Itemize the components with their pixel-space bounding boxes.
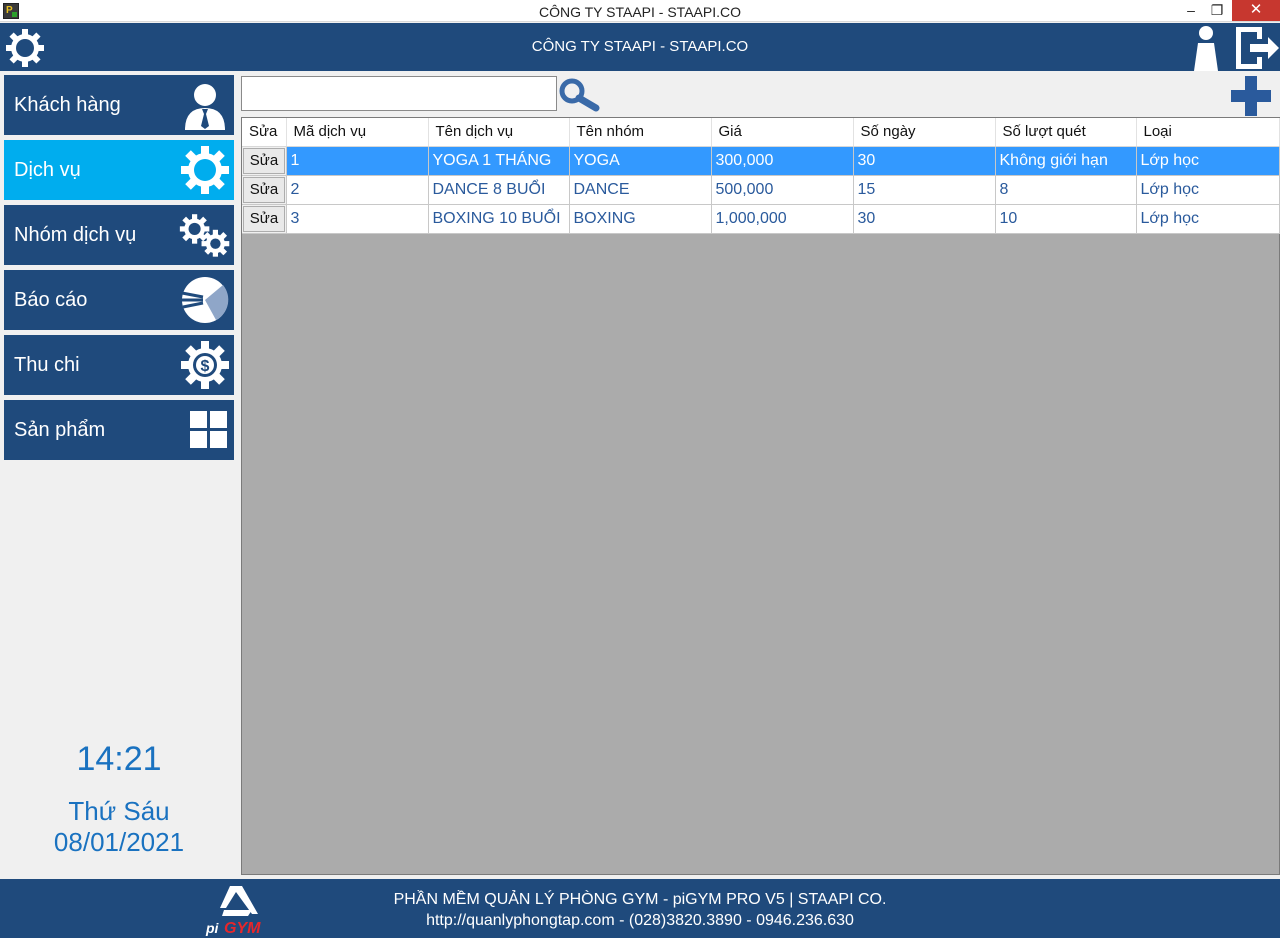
cell-nhom[interactable]: BOXING — [569, 204, 712, 234]
gears-icon — [179, 214, 230, 257]
sidebar-item-label: Thu chi — [14, 354, 80, 376]
sidebar-item-label: Sản phẩm — [14, 419, 106, 441]
edit-cell: Sửa — [242, 204, 287, 234]
cell-gia[interactable]: 500,000 — [711, 175, 854, 205]
column-header[interactable]: Số ngày — [853, 118, 996, 147]
table-header-row: Sửa Mã dịch vụ Tên dịch vụ Tên nhóm Giá … — [242, 118, 1280, 147]
customer-icon — [185, 84, 225, 130]
user-icon[interactable] — [1188, 25, 1224, 71]
cell-loai[interactable]: Lớp học — [1136, 146, 1280, 176]
grid-icon — [190, 411, 227, 448]
sidebar-item-thu-chi[interactable]: Thu chi $ — [4, 335, 234, 395]
money-gear-icon: $ — [181, 341, 229, 389]
cell-nhom[interactable]: YOGA — [569, 146, 712, 176]
cell-ma[interactable]: 3 — [286, 204, 429, 234]
logout-icon[interactable] — [1232, 25, 1280, 71]
header-title: CÔNG TY STAAPI - STAAPI.CO — [531, 38, 749, 55]
cell-gia[interactable]: 1,000,000 — [711, 204, 854, 234]
gear-icon — [181, 146, 229, 194]
search-input[interactable] — [241, 76, 557, 111]
services-table: Sửa Mã dịch vụ Tên dịch vụ Tên nhóm Giá … — [242, 118, 1280, 234]
sidebar-item-khach-hang[interactable]: Khách hàng — [4, 75, 234, 135]
edit-cell: Sửa — [242, 175, 287, 205]
cell-ten[interactable]: YOGA 1 THÁNG — [428, 146, 570, 176]
restore-button[interactable]: ❐ — [1204, 0, 1230, 21]
cell-ma[interactable]: 2 — [286, 175, 429, 205]
search-icon[interactable] — [558, 78, 600, 112]
close-button[interactable]: ✕ — [1232, 0, 1280, 21]
column-header[interactable]: Mã dịch vụ — [286, 118, 429, 147]
clock-time: 14:21 — [76, 740, 162, 778]
footer-contact-line: http://quanlyphongtap.com - (028)3820.38… — [426, 912, 854, 929]
sidebar-item-dich-vu[interactable]: Dịch vụ — [4, 140, 234, 200]
cell-gia[interactable]: 300,000 — [711, 146, 854, 176]
table-row[interactable]: Sửa 2 DANCE 8 BUỔI DANCE 500,000 15 8 Lớ… — [242, 175, 1280, 205]
cell-ma[interactable]: 1 — [286, 146, 429, 176]
sidebar-item-label: Báo cáo — [14, 289, 88, 311]
clock-day: Thứ Sáu — [68, 796, 170, 826]
cell-so-ngay[interactable]: 15 — [853, 175, 996, 205]
column-header[interactable]: Giá — [711, 118, 854, 147]
sidebar-item-label: Dịch vụ — [14, 159, 81, 181]
table-row[interactable]: Sửa 1 YOGA 1 THÁNG YOGA 300,000 30 Không… — [242, 146, 1280, 176]
edit-button[interactable]: Sửa — [243, 205, 285, 232]
table-row[interactable]: Sửa 3 BOXING 10 BUỔI BOXING 1,000,000 30… — [242, 204, 1280, 234]
edit-button[interactable]: Sửa — [243, 176, 285, 203]
app-header: CÔNG TY STAAPI - STAAPI.CO — [0, 23, 1280, 71]
cell-so-luot[interactable]: Không giới hạn — [995, 146, 1137, 176]
cell-ten[interactable]: DANCE 8 BUỔI — [428, 175, 570, 205]
window-title: CÔNG TY STAAPI - STAAPI.CO — [538, 4, 741, 20]
column-header[interactable]: Tên nhóm — [569, 118, 712, 147]
add-icon[interactable] — [1229, 76, 1273, 116]
cell-loai[interactable]: Lớp học — [1136, 175, 1280, 205]
column-header[interactable]: Tên dịch vụ — [428, 118, 570, 147]
sidebar-item-san-pham[interactable]: Sản phẩm — [4, 400, 234, 460]
clock-date: 08/01/2021 — [53, 827, 185, 857]
svg-text:$: $ — [201, 358, 210, 375]
cell-ten[interactable]: BOXING 10 BUỔI — [428, 204, 570, 234]
services-grid: Sửa Mã dịch vụ Tên dịch vụ Tên nhóm Giá … — [241, 117, 1280, 875]
sidebar-item-label: Khách hàng — [14, 94, 121, 116]
sidebar-item-bao-cao[interactable]: Báo cáo — [4, 270, 234, 330]
pie-chart-icon — [181, 277, 229, 323]
footer-product-line: PHẦN MỀM QUẢN LÝ PHÒNG GYM - piGYM PRO V… — [393, 891, 887, 908]
cell-so-ngay[interactable]: 30 — [853, 204, 996, 234]
column-header[interactable]: Loại — [1136, 118, 1280, 147]
column-header[interactable]: Sửa — [242, 118, 287, 147]
cell-so-luot[interactable]: 10 — [995, 204, 1137, 234]
window-titlebar: P CÔNG TY STAAPI - STAAPI.CO – ❐ ✕ — [0, 0, 1280, 22]
edit-cell: Sửa — [242, 146, 287, 176]
sidebar-item-nhom-dich-vu[interactable]: Nhóm dịch vụ — [4, 205, 234, 265]
column-header[interactable]: Số lượt quét — [995, 118, 1137, 147]
cell-so-ngay[interactable]: 30 — [853, 146, 996, 176]
minimize-button[interactable]: – — [1178, 0, 1204, 21]
cell-so-luot[interactable]: 8 — [995, 175, 1137, 205]
cell-nhom[interactable]: DANCE — [569, 175, 712, 205]
app-footer: pi GYM PHẦN MỀM QUẢN LÝ PHÒNG GYM - piGY… — [0, 879, 1280, 938]
edit-button[interactable]: Sửa — [243, 147, 285, 174]
sidebar-item-label: Nhóm dịch vụ — [14, 224, 137, 246]
cell-loai[interactable]: Lớp học — [1136, 204, 1280, 234]
